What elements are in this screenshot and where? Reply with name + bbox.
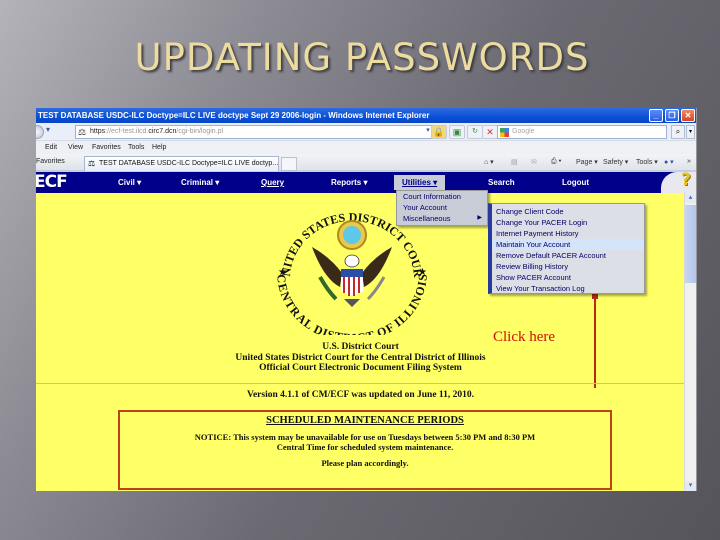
ecf-logo: ECF — [36, 172, 68, 192]
vertical-scrollbar[interactable]: ▴ ▾ — [684, 193, 696, 491]
submenu-arrow-icon: ▶ — [477, 215, 482, 221]
menu-tools[interactable]: Tools — [128, 141, 144, 154]
court-heading: U.S. District Court United States Distri… — [36, 342, 685, 374]
window-title-bar: TEST DATABASE USDC-ILC Doctype=ILC LIVE … — [36, 108, 696, 123]
maintenance-notice-box: SCHEDULED MAINTENANCE PERIODS NOTICE: Th… — [118, 410, 612, 490]
menu-item-show-pacer-account[interactable]: Show PACER Account — [492, 272, 644, 283]
tools-menu[interactable]: Tools ▾ — [636, 158, 658, 166]
menu-item-internet-payment-history[interactable]: Internet Payment History — [492, 228, 644, 239]
court-line: U.S. District Court — [322, 342, 399, 352]
page-menu[interactable]: Page ▾ — [576, 158, 598, 166]
your-account-submenu: Change Client Code Change Your PACER Log… — [488, 203, 645, 294]
scroll-up-icon[interactable]: ▴ — [685, 193, 696, 203]
scroll-down-icon[interactable]: ▾ — [685, 481, 696, 491]
browser-tab[interactable]: ⚖ TEST DATABASE USDC-ILC Doctype=ILC LIV… — [84, 156, 279, 171]
lock-icon[interactable]: 🔒 — [431, 125, 447, 139]
minimize-button[interactable]: _ — [649, 109, 663, 122]
scroll-thumb[interactable] — [685, 205, 696, 283]
search-input[interactable]: Google — [497, 125, 667, 139]
nav-query[interactable]: Query — [261, 172, 284, 193]
search-icon[interactable]: ⌕ — [671, 125, 685, 139]
menu-item-court-information[interactable]: Court Information — [397, 191, 487, 202]
menu-item-view-transaction-log[interactable]: View Your Transaction Log — [492, 283, 644, 294]
forward-button[interactable] — [36, 125, 44, 139]
help-icon[interactable]: ● ▾ — [664, 158, 674, 166]
more-chevron-icon[interactable]: » — [687, 158, 691, 165]
maintenance-notice: NOTICE: This system may be unavailable f… — [194, 432, 536, 452]
nav-civil[interactable]: Civil ▾ — [118, 172, 141, 193]
home-icon[interactable]: ⌂ ▾ — [484, 158, 494, 166]
maximize-button[interactable]: ❐ — [665, 109, 679, 122]
help-question-icon[interactable]: ? — [681, 170, 691, 190]
refresh-icon[interactable]: ↻ — [467, 125, 483, 139]
menu-item-change-pacer-login[interactable]: Change Your PACER Login — [492, 217, 644, 228]
menu-item-review-billing-history[interactable]: Review Billing History — [492, 261, 644, 272]
maintenance-title: SCHEDULED MAINTENANCE PERIODS — [266, 415, 464, 426]
divider — [36, 383, 685, 384]
nav-reports[interactable]: Reports ▾ — [331, 172, 367, 193]
court-line: United States District Court for the Cen… — [235, 352, 486, 363]
menu-view[interactable]: View — [68, 141, 83, 154]
menu-item-miscellaneous[interactable]: Miscellaneous ▶ — [397, 213, 487, 224]
search-options-dropdown-icon[interactable]: ▾ — [686, 125, 695, 139]
address-toolbar: ▾ ⚖ https://ecf-test.ilcd.circ7.dcn/cgi-… — [36, 123, 696, 141]
menu-help[interactable]: Help — [152, 141, 166, 154]
star-icon: ★ — [418, 267, 427, 278]
safety-menu[interactable]: Safety ▾ — [603, 158, 628, 166]
menu-bar: Edit View Favorites Tools Help — [36, 141, 696, 154]
nav-logout[interactable]: Logout — [562, 172, 589, 193]
nav-search[interactable]: Search — [488, 172, 515, 193]
window-title: TEST DATABASE USDC-ILC Doctype=ILC LIVE … — [38, 111, 430, 120]
favorites-button[interactable]: Favorites — [36, 158, 65, 165]
new-tab-button[interactable] — [281, 157, 297, 171]
menu-edit[interactable]: Edit — [45, 141, 57, 154]
utilities-menu: Court Information Your Account Miscellan… — [396, 190, 488, 226]
compatibility-view-icon[interactable]: ▣ — [449, 125, 465, 139]
menu-item-your-account[interactable]: Your Account — [397, 202, 487, 213]
slide-title: UPDATING PASSWORDS — [134, 36, 590, 79]
menu-item-maintain-your-account[interactable]: Maintain Your Account — [492, 239, 644, 250]
menu-item-change-client-code[interactable]: Change Client Code — [492, 206, 644, 217]
star-icon: ★ — [278, 267, 287, 278]
mail-icon[interactable]: ✉ — [531, 158, 537, 166]
browser-screenshot: TEST DATABASE USDC-ILC Doctype=ILC LIVE … — [36, 108, 697, 491]
google-logo-icon — [500, 128, 509, 137]
history-dropdown-icon[interactable]: ▾ — [46, 125, 50, 134]
nav-utilities[interactable]: Utilities ▾ — [394, 175, 446, 190]
version-text: Version 4.1.1 of CM/ECF was updated on J… — [246, 390, 475, 400]
ecf-nav-bar: ECF Civil ▾ Criminal ▾ Query Reports ▾ U… — [36, 170, 696, 193]
help-corner: ? — [661, 170, 696, 193]
menu-favorites[interactable]: Favorites — [92, 141, 121, 154]
eagle-icon — [312, 220, 392, 307]
maintenance-plan: Please plan accordingly. — [321, 458, 409, 468]
print-icon[interactable]: ⎙ ▾ — [551, 158, 562, 166]
stop-icon[interactable]: ✕ — [482, 125, 498, 139]
menu-item-remove-default-pacer-account[interactable]: Remove Default PACER Account — [492, 250, 644, 261]
favorites-bar: Favorites ⚖ TEST DATABASE USDC-ILC Docty… — [36, 154, 696, 172]
site-favicon-icon: ⚖ — [78, 127, 87, 137]
site-favicon-icon: ⚖ — [88, 159, 96, 168]
close-button[interactable]: ✕ — [681, 109, 695, 122]
feeds-icon[interactable]: ▤ — [511, 158, 518, 166]
nav-criminal[interactable]: Criminal ▾ — [181, 172, 219, 193]
court-line: Official Court Electronic Document Filin… — [259, 363, 462, 373]
address-bar[interactable]: ⚖ https://ecf-test.ilcd.circ7.dcn/cgi-bi… — [75, 125, 437, 139]
